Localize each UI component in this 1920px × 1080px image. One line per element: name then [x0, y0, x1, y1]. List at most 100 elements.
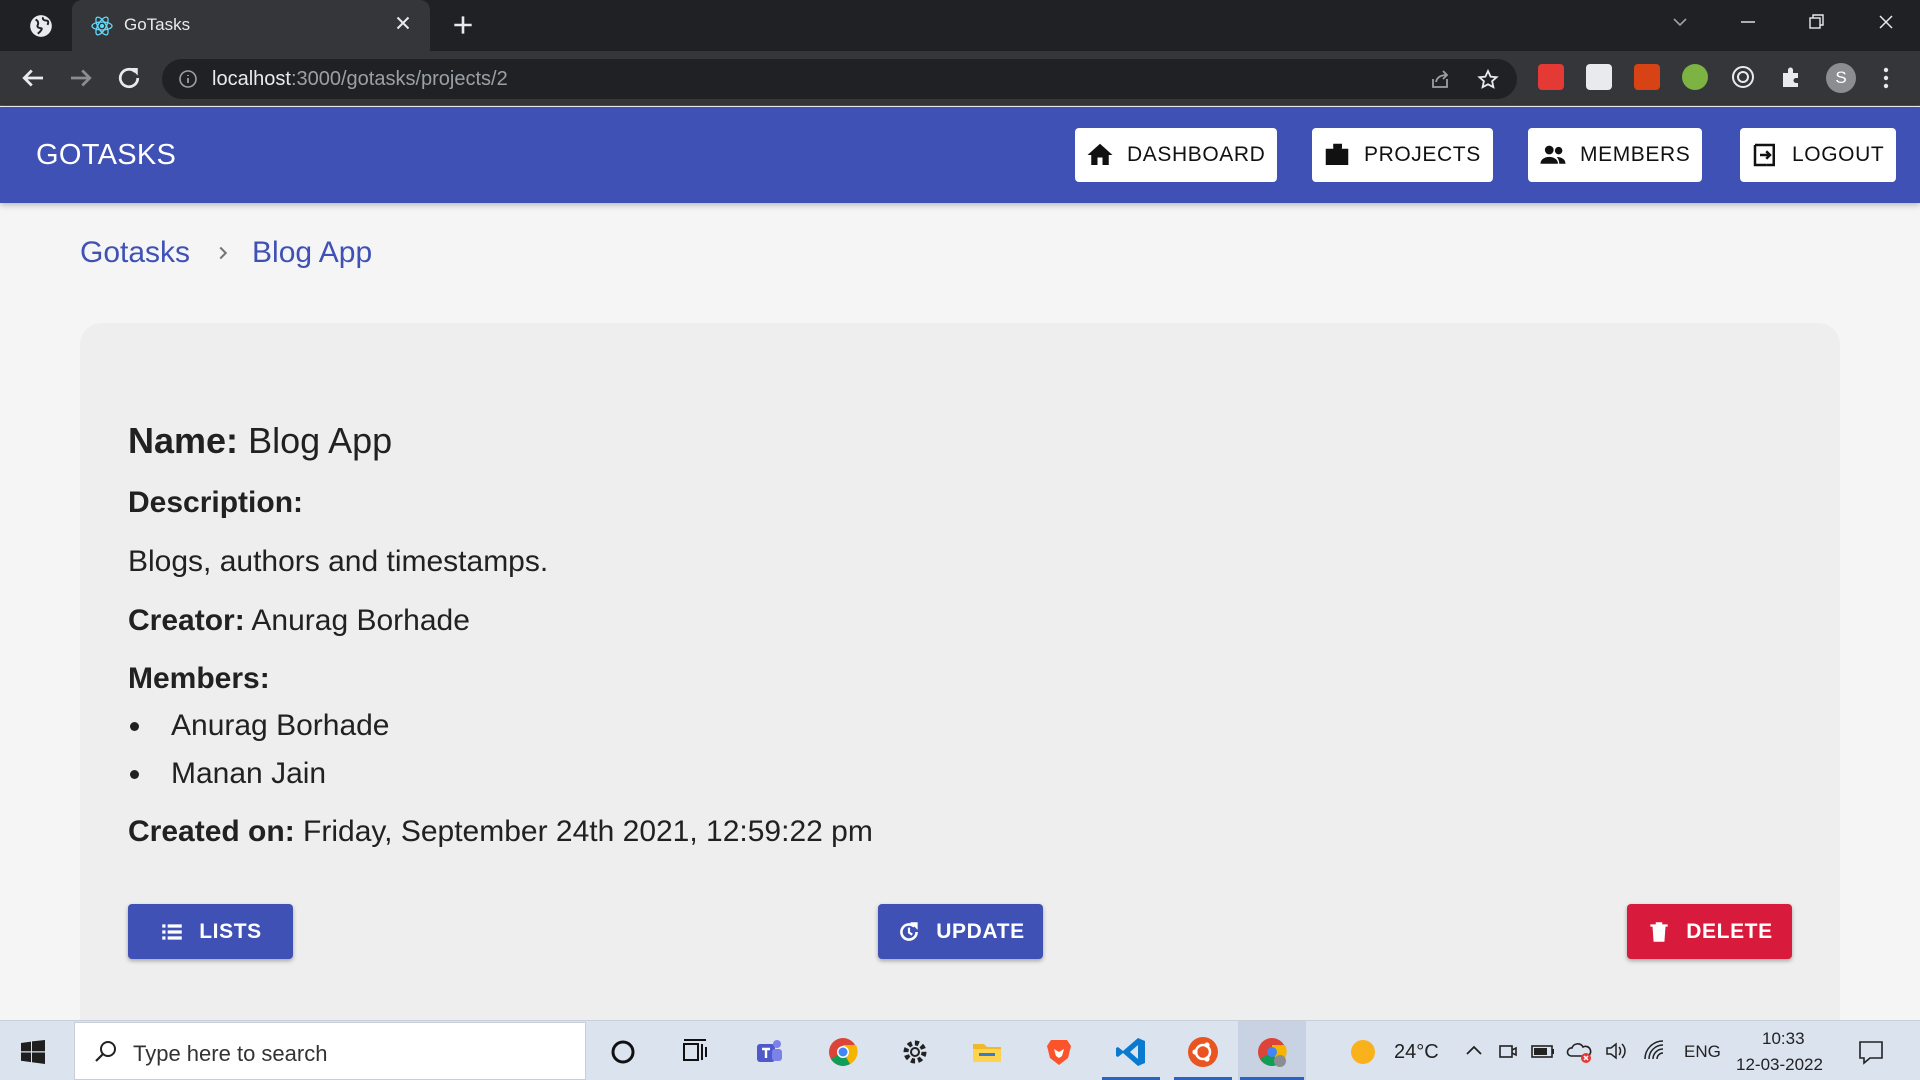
app-brand[interactable]: GOTASKS	[36, 139, 176, 172]
restore-icon[interactable]	[1800, 8, 1832, 36]
lists-button[interactable]: LISTS	[128, 904, 293, 959]
url-path: :3000/gotasks/projects/2	[290, 68, 508, 90]
react-icon	[91, 16, 113, 36]
reload-icon[interactable]	[114, 63, 144, 93]
tab-title: GoTasks	[124, 15, 191, 34]
task-view-icon[interactable]	[678, 1035, 712, 1069]
profile-avatar[interactable]: S	[1826, 63, 1856, 93]
project-members-label: Members:	[128, 662, 270, 696]
delete-button-label: DELETE	[1686, 919, 1773, 943]
briefcase-icon	[1325, 143, 1349, 165]
list-item: Manan Jain	[128, 750, 390, 798]
teams-icon[interactable]	[752, 1035, 786, 1069]
clock-date[interactable]: 12-03-2022	[1736, 1055, 1823, 1075]
nav-dashboard-button[interactable]: DASHBOARD	[1075, 128, 1278, 182]
nav-members-button[interactable]: MEMBERS	[1528, 128, 1703, 182]
chevron-up-icon[interactable]	[1462, 1039, 1486, 1063]
weather-sun-icon[interactable]	[1348, 1037, 1378, 1067]
vscode-icon[interactable]	[1114, 1035, 1148, 1069]
browser-tab-bar: GoTasks	[0, 0, 1920, 51]
extensions-puzzle-icon[interactable]	[1778, 64, 1804, 90]
project-name-label: Name:	[128, 420, 239, 461]
plus-extension-icon[interactable]	[1682, 64, 1708, 90]
file-explorer-icon[interactable]	[970, 1035, 1004, 1069]
battery-icon[interactable]	[1530, 1039, 1556, 1063]
nav-logout-label: LOGOUT	[1792, 143, 1885, 166]
forward-icon[interactable]	[66, 63, 96, 93]
bullet-icon	[130, 721, 139, 731]
back-icon[interactable]	[18, 63, 48, 93]
project-creator-line: Creator: Anurag Borhade	[128, 604, 470, 638]
browser-toolbar: localhost:3000/gotasks/projects/2 S	[0, 51, 1920, 106]
taskbar-search-box[interactable]: Type here to search	[74, 1022, 586, 1080]
description-label-text: Description:	[128, 486, 304, 519]
more-options-icon[interactable]	[1874, 64, 1898, 92]
project-name: Blog App	[248, 420, 393, 461]
nav-projects-label: PROJECTS	[1364, 143, 1481, 166]
browser-tab[interactable]: GoTasks	[72, 0, 430, 51]
bookmark-star-icon[interactable]	[1476, 68, 1500, 92]
member-name: Manan Jain	[171, 757, 327, 790]
share-icon[interactable]	[1428, 68, 1452, 92]
list-icon	[162, 923, 182, 940]
meet-now-icon[interactable]	[1496, 1039, 1520, 1063]
creator-label: Creator:	[128, 604, 245, 637]
wifi-icon[interactable]	[1642, 1039, 1668, 1063]
members-label-text: Members:	[128, 662, 270, 695]
site-info-icon[interactable]	[178, 69, 198, 89]
ubuntu-icon[interactable]	[1186, 1035, 1220, 1069]
people-icon	[1540, 145, 1566, 164]
chevron-right-icon	[219, 246, 228, 260]
creator-name: Anurag Borhade	[251, 604, 470, 637]
volume-icon[interactable]	[1604, 1039, 1630, 1063]
globe-icon[interactable]	[28, 13, 54, 39]
notification-center-icon[interactable]	[1856, 1037, 1886, 1067]
search-icon	[95, 1041, 116, 1062]
breadcrumb-current[interactable]: Blog App	[252, 236, 372, 270]
created-date: Friday, September 24th 2021, 12:59:22 pm	[303, 815, 873, 848]
update-button-label: UPDATE	[936, 919, 1025, 943]
trash-icon	[1650, 921, 1668, 942]
lists-button-label: LISTS	[199, 919, 262, 943]
close-window-icon[interactable]	[1870, 8, 1902, 36]
logout-icon	[1753, 143, 1775, 167]
tab-search-icon[interactable]	[1664, 8, 1696, 36]
cortana-icon[interactable]	[606, 1035, 640, 1069]
settings-gear-icon[interactable]	[898, 1035, 932, 1069]
list-item: Anurag Borhade	[128, 702, 390, 750]
stats-extension-icon[interactable]	[1586, 64, 1612, 90]
url-host: localhost	[212, 68, 291, 90]
weather-temperature[interactable]: 24°C	[1394, 1041, 1439, 1064]
delete-button[interactable]: DELETE	[1627, 904, 1792, 959]
nav-members-label: MEMBERS	[1580, 143, 1691, 166]
brave-icon[interactable]	[1042, 1035, 1076, 1069]
project-description: Blogs, authors and timestamps.	[128, 545, 549, 578]
close-tab-icon[interactable]	[392, 12, 414, 34]
minimize-icon[interactable]	[1732, 8, 1764, 36]
created-label: Created on:	[128, 815, 295, 848]
new-tab-icon[interactable]	[450, 12, 476, 38]
windows-taskbar: Type here to search 24°C ENG 10:33 12-03…	[0, 1020, 1920, 1080]
app-header: GOTASKS DASHBOARD PROJECTS MEMBERS LOGOU…	[0, 107, 1920, 203]
project-description-label: Description:	[128, 486, 303, 520]
nav-projects-button[interactable]: PROJECTS	[1312, 128, 1493, 182]
clock-time[interactable]: 10:33	[1762, 1029, 1805, 1049]
windows-start-icon[interactable]	[20, 1039, 46, 1065]
update-button[interactable]: UPDATE	[878, 904, 1043, 959]
breadcrumb-root-link[interactable]: Gotasks	[80, 236, 190, 270]
members-list: Anurag Borhade Manan Jain	[128, 702, 390, 798]
chrome-icon[interactable]	[826, 1035, 860, 1069]
chrome-profile-icon[interactable]	[1255, 1035, 1289, 1069]
project-created-line: Created on: Friday, September 24th 2021,…	[128, 815, 873, 849]
nav-dashboard-label: DASHBOARD	[1127, 143, 1266, 166]
address-bar[interactable]: localhost:3000/gotasks/projects/2	[162, 59, 1517, 99]
onedrive-error-icon[interactable]	[1566, 1039, 1594, 1065]
youtube-extension-icon[interactable]	[1538, 64, 1564, 90]
nav-logout-button[interactable]: LOGOUT	[1740, 128, 1897, 182]
target-extension-icon[interactable]	[1730, 64, 1756, 90]
search-placeholder: Type here to search	[133, 1041, 328, 1066]
home-icon	[1087, 143, 1113, 165]
paw-extension-icon[interactable]	[1634, 64, 1660, 90]
input-language[interactable]: ENG	[1684, 1042, 1721, 1062]
project-name-line: Name: Blog App	[128, 420, 392, 462]
